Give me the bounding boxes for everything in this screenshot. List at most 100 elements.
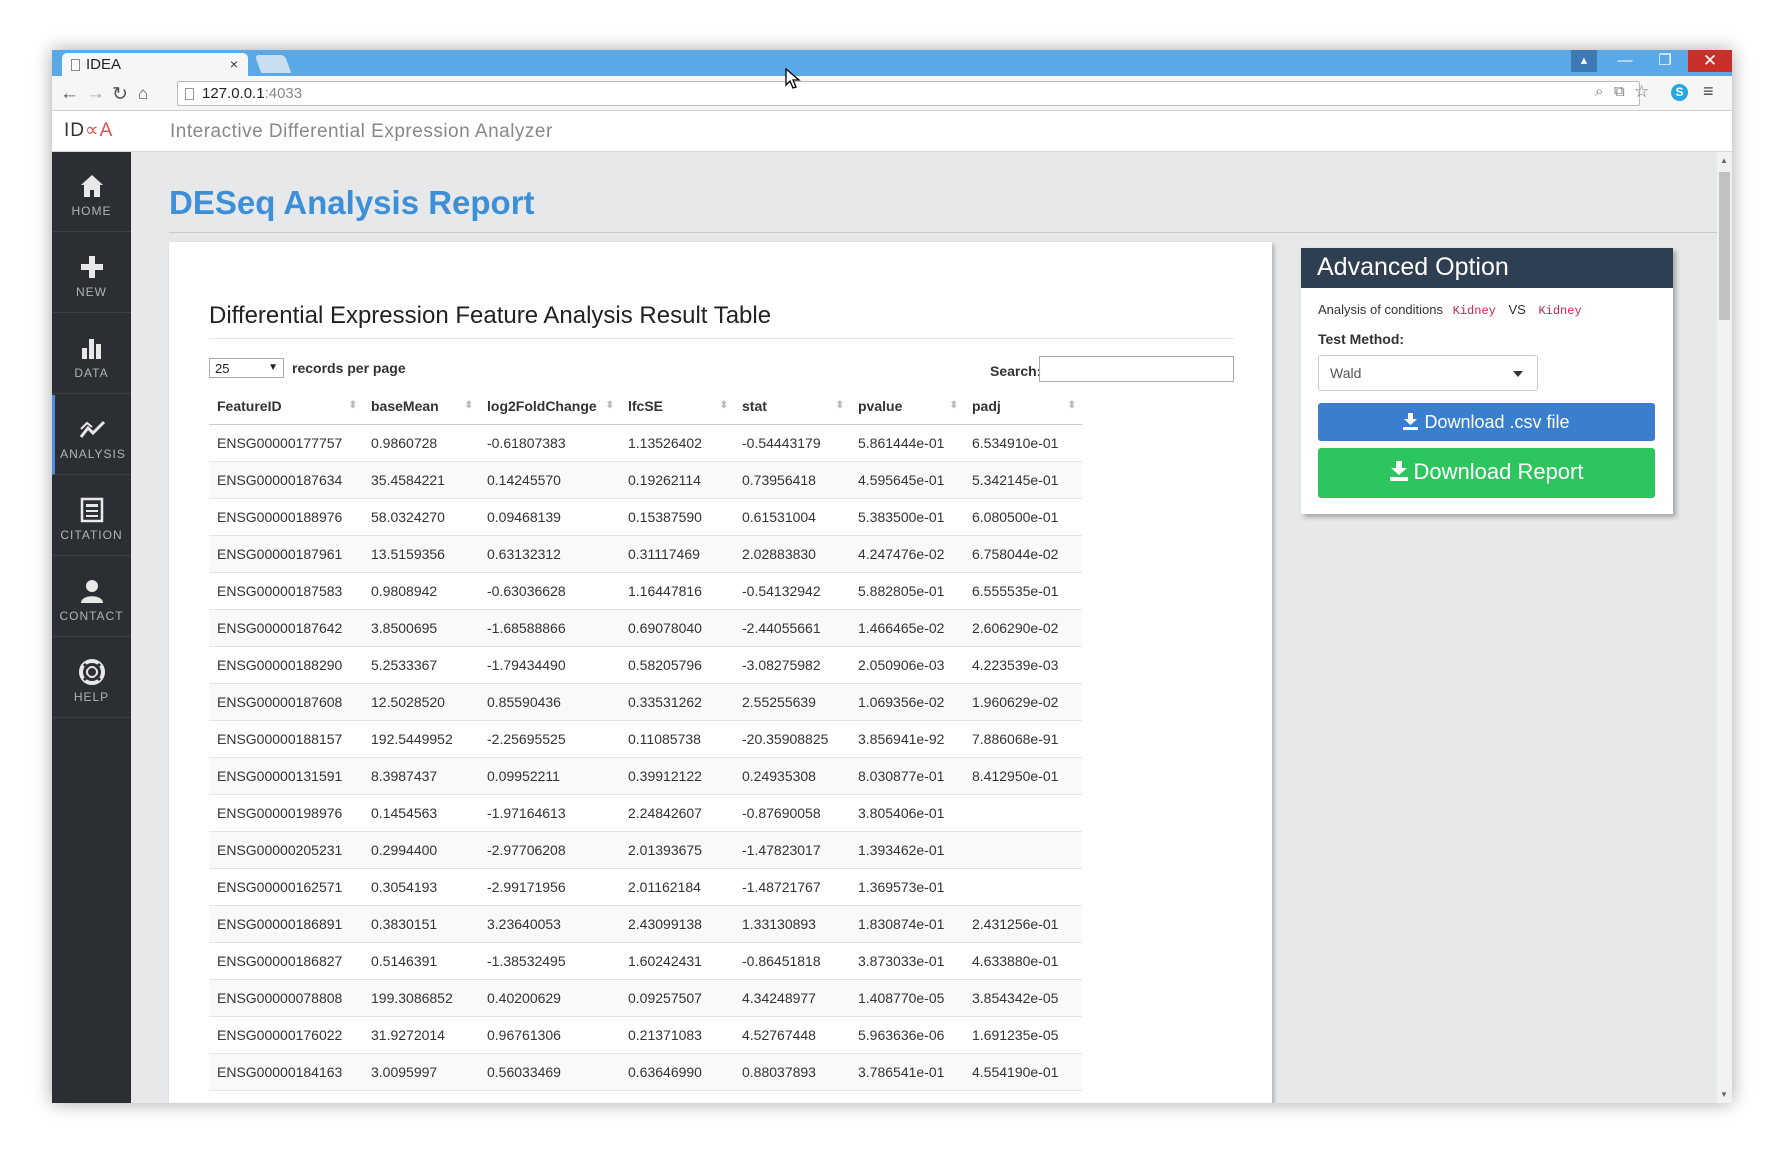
url-host: 127.0.0.1	[202, 85, 265, 102]
table-cell: -1.97164613	[479, 794, 620, 832]
sidebar-item-citation[interactable]: CITATION	[52, 476, 131, 556]
table-row[interactable]: ENSG00000187961 13.5159356 0.63132312 0.311…	[209, 535, 1082, 573]
page-scrollbar[interactable]: ▲ ▼	[1717, 152, 1732, 1103]
table-cell: 192.5449952	[363, 720, 479, 758]
table-cell: -0.86451818	[734, 942, 850, 980]
table-row[interactable]: ENSG00000205231 0.2994400 -2.97706208 2.013…	[209, 831, 1082, 869]
column-header[interactable]: log2FoldChange ⬍	[479, 388, 620, 425]
table-cell: 1.369573e-01	[850, 868, 964, 906]
table-row[interactable]: ENSG00000177757 0.9860728 -0.61807383 1.135…	[209, 424, 1082, 462]
table-cell: ENSG00000176022	[209, 1016, 363, 1054]
sort-icon[interactable]: ⬍	[349, 400, 357, 411]
table-row[interactable]: ENSG00000187642 3.8500695 -1.68588866 0.690…	[209, 609, 1082, 647]
tab-close-icon[interactable]: ×	[230, 56, 238, 72]
table-row[interactable]: ENSG00000188976 58.0324270 0.09468139 0.153…	[209, 498, 1082, 536]
table-cell: 5.861444e-01	[850, 424, 964, 462]
translate-icon[interactable]: ⧉	[1614, 83, 1625, 100]
table-cell	[964, 794, 1082, 832]
sidebar-item-data[interactable]: DATA	[52, 314, 131, 394]
table-cell	[964, 868, 1082, 906]
browser-tab[interactable]: IDEA ×	[62, 53, 248, 76]
reload-icon[interactable]: ↻	[112, 83, 128, 106]
table-cell: 8.030877e-01	[850, 757, 964, 795]
table-row[interactable]: ENSG00000184163 3.0095997 0.56033469 0.6364…	[209, 1053, 1082, 1091]
table-cell: -3.08275982	[734, 646, 850, 684]
sidebar-item-help[interactable]: HELP	[52, 638, 131, 718]
table-cell: 4.247476e-02	[850, 535, 964, 573]
user-icon[interactable]: ▲	[1571, 50, 1597, 72]
column-header[interactable]: pvalue ⬍	[850, 388, 964, 425]
table-row[interactable]: ENSG00000186891 0.3830151 3.23640053 2.4309…	[209, 905, 1082, 943]
close-window-button[interactable]: ✕	[1688, 50, 1732, 72]
sort-icon[interactable]: ⬍	[606, 400, 614, 411]
download-report-button[interactable]: Download Report	[1318, 448, 1655, 498]
sidebar-item-new[interactable]: NEW	[52, 233, 131, 313]
table-cell: 0.73956418	[734, 461, 850, 499]
minimize-button[interactable]: —	[1608, 50, 1642, 72]
table-cell: 1.830874e-01	[850, 905, 964, 943]
zoom-icon[interactable]: ⌕	[1595, 83, 1603, 100]
sort-icon[interactable]: ⬍	[465, 400, 473, 411]
table-row[interactable]: ENSG00000188157 192.5449952 -2.25695525 0.1…	[209, 720, 1082, 758]
table-row[interactable]: ENSG00000187583 0.9808942 -0.63036628 1.164…	[209, 572, 1082, 610]
sort-icon[interactable]: ⬍	[950, 400, 958, 411]
table-cell: -0.61807383	[479, 424, 620, 462]
table-row[interactable]: ENSG00000176022 31.9272014 0.96761306 0.213…	[209, 1016, 1082, 1054]
url-input[interactable]: 127.0.0.1:4033	[177, 81, 1640, 106]
scroll-up-icon[interactable]: ▲	[1720, 156, 1728, 165]
condition-b: Kidney	[1538, 304, 1582, 318]
test-method-label: Test Method:	[1318, 331, 1405, 347]
scrollbar-thumb[interactable]	[1719, 172, 1730, 320]
scroll-down-icon[interactable]: ▼	[1720, 1090, 1728, 1099]
sidebar-item-contact[interactable]: CONTACT	[52, 557, 131, 637]
home-icon[interactable]: ⌂	[138, 84, 148, 104]
table-row[interactable]: ENSG00000162571 0.3054193 -2.99171956 2.011…	[209, 868, 1082, 906]
logo[interactable]: ID∝A	[64, 119, 113, 142]
back-icon[interactable]: ←	[60, 83, 79, 105]
test-method-select[interactable]: Wald	[1318, 355, 1538, 391]
table-cell: 2.43099138	[620, 905, 734, 943]
table-cell: 4.223539e-03	[964, 646, 1082, 684]
column-header[interactable]: baseMean ⬍	[363, 388, 479, 425]
forward-icon[interactable]: →	[86, 83, 105, 105]
sort-icon[interactable]: ⬍	[1068, 400, 1076, 411]
sidebar-item-analysis[interactable]: ANALYSIS	[52, 395, 131, 475]
column-header[interactable]: FeatureID ⬍	[209, 388, 363, 425]
skype-icon[interactable]: S	[1671, 84, 1688, 101]
table-cell: 0.19262114	[620, 461, 734, 499]
table-cell: -1.79434490	[479, 646, 620, 684]
table-cell: 0.09468139	[479, 498, 620, 536]
sort-icon[interactable]: ⬍	[836, 400, 844, 411]
mouse-cursor-icon	[785, 68, 801, 89]
chevron-down-icon: ▼	[268, 362, 278, 373]
table-cell: ENSG00000078808	[209, 979, 363, 1017]
table-row[interactable]: ENSG00000131591 8.3987437 0.09952211 0.3991…	[209, 757, 1082, 795]
table-cell: 0.21371083	[620, 1016, 734, 1054]
records-per-page-select[interactable]: 25 ▼	[209, 358, 284, 378]
advanced-option-title: Advanced Option	[1301, 248, 1673, 288]
table-row[interactable]: ENSG00000078808 199.3086852 0.40200629 0.09…	[209, 979, 1082, 1017]
new-tab-button[interactable]	[254, 55, 292, 73]
table-row[interactable]: ENSG00000188290 5.2533367 -1.79434490 0.582…	[209, 646, 1082, 684]
download-csv-button[interactable]: Download .csv file	[1318, 403, 1655, 441]
table-cell: 4.633880e-01	[964, 942, 1082, 980]
table-row[interactable]: ENSG00000198976 0.1454563 -1.97164613 2.248…	[209, 794, 1082, 832]
search-input[interactable]	[1039, 356, 1234, 382]
table-row[interactable]: ENSG00000187634 35.4584221 0.14245570 0.192…	[209, 461, 1082, 499]
menu-icon[interactable]: ≡	[1703, 81, 1714, 102]
column-header[interactable]: lfcSE ⬍	[620, 388, 734, 425]
table-cell: 7.886068e-91	[964, 720, 1082, 758]
table-row[interactable]: ENSG00000187608 12.5028520 0.85590436 0.335…	[209, 683, 1082, 721]
table-cell: ENSG00000184163	[209, 1053, 363, 1091]
sidebar-item-home[interactable]: HOME	[52, 152, 131, 232]
sort-icon[interactable]: ⬍	[720, 400, 728, 411]
table-cell: 199.3086852	[363, 979, 479, 1017]
maximize-button[interactable]: ❐	[1648, 50, 1682, 72]
table-cell: 0.3054193	[363, 868, 479, 906]
column-header[interactable]: stat ⬍	[734, 388, 850, 425]
table-row[interactable]: ENSG00000186827 0.5146391 -1.38532495 1.602…	[209, 942, 1082, 980]
page-title: DESeq Analysis Report	[169, 184, 535, 221]
star-icon[interactable]: ☆	[1634, 82, 1649, 102]
table-cell: 0.14245570	[479, 461, 620, 499]
column-header[interactable]: padj ⬍	[964, 388, 1082, 425]
